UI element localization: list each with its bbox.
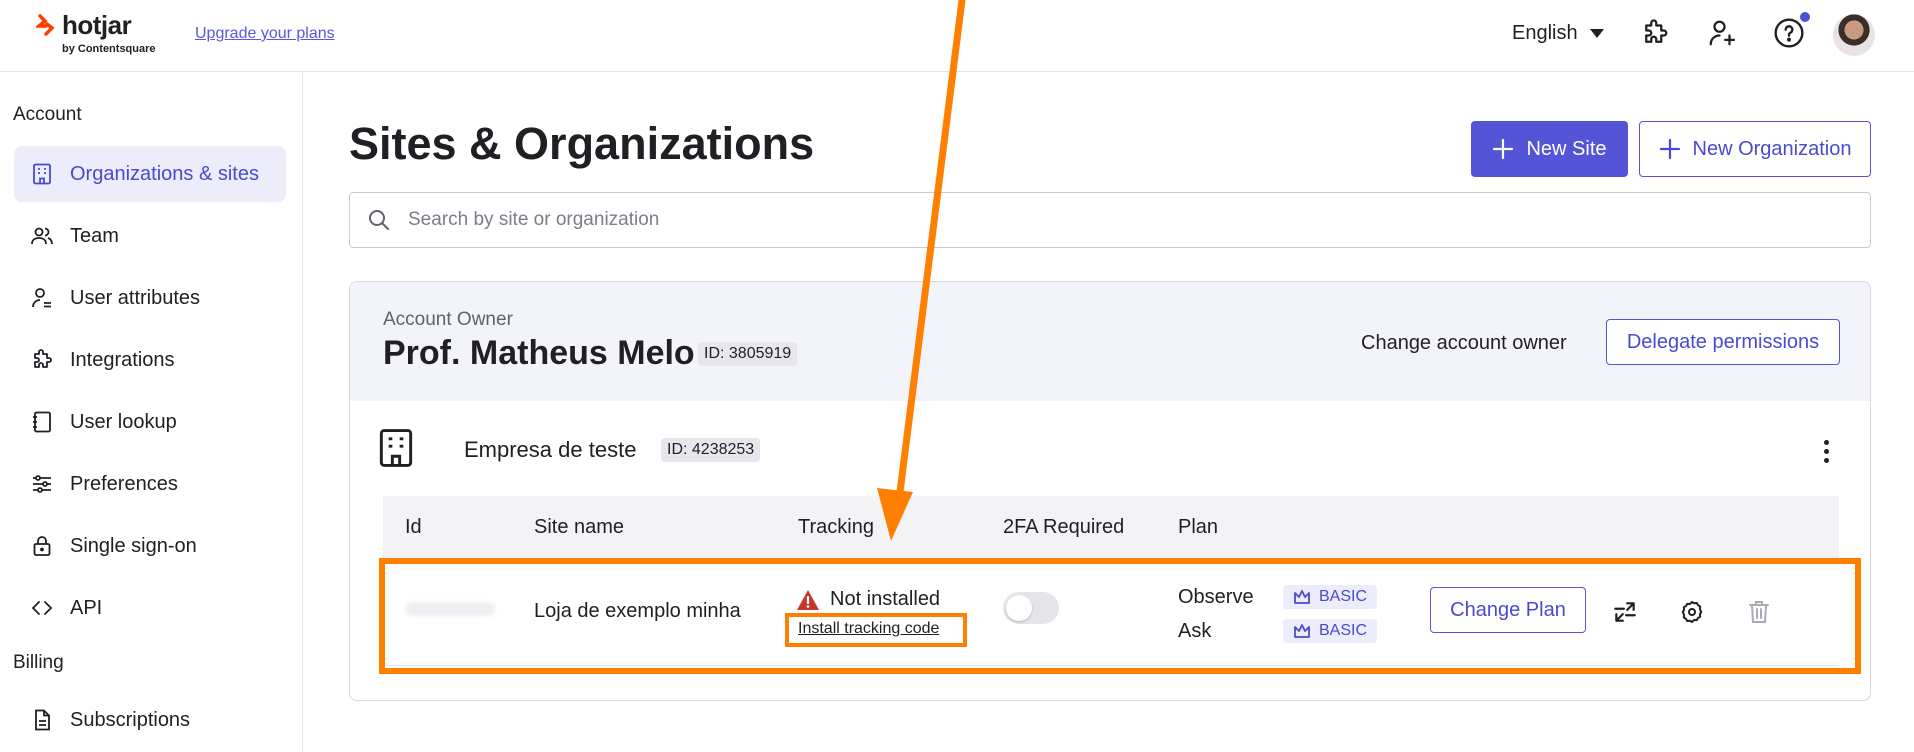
organization-name: Empresa de teste [464,437,637,462]
column-2fa: 2FA Required [1003,516,1125,538]
team-icon [14,224,70,248]
building-icon [14,162,70,186]
organization-id-badge: ID: 4238253 [661,438,761,462]
delegate-permissions-button[interactable]: Delegate permissions [1606,319,1840,365]
hotjar-flame-icon [36,13,55,36]
section-billing: Billing [13,652,64,673]
sidebar-item-label: Preferences [70,472,178,495]
sidebar-item-label: Single sign-on [70,534,197,557]
document-icon [14,708,70,732]
account-owner-header: Account Owner Prof. Matheus Melo ID: 380… [350,282,1870,401]
column-tracking: Tracking [798,516,874,538]
sidebar-item-label: User attributes [70,286,201,309]
sidebar-item-label: Team [70,224,119,247]
logo-word: hotjar [62,10,132,40]
new-organization-button[interactable]: New Organization [1639,121,1871,177]
owner-id-badge: ID: 3805919 [698,342,798,366]
search-input[interactable] [408,209,1808,231]
sidebar-item-api[interactable]: API [14,580,286,636]
upgrade-plans-link[interactable]: Upgrade your plans [195,25,335,43]
new-organization-label: New Organization [1692,137,1852,160]
table-header: Id Site name Tracking 2FA Required Plan [383,496,1839,558]
section-account: Account [13,104,82,125]
more-options-icon[interactable] [1814,436,1838,466]
new-site-label: New Site [1526,137,1607,160]
notebook-icon [14,410,70,434]
sidebar-item-team[interactable]: Team [14,208,286,264]
puzzle-icon [14,348,70,372]
code-icon [14,596,70,620]
owner-label: Account Owner [383,309,513,330]
plus-icon [1493,138,1514,160]
column-id: Id [405,516,422,538]
annotation-highlight-install-link [785,613,967,647]
sidebar-item-subscriptions[interactable]: Subscriptions [14,692,286,748]
sidebar-item-single-sign-on[interactable]: Single sign-on [14,518,286,574]
sidebar-item-user-attributes[interactable]: User attributes [14,270,286,326]
page-title: Sites & Organizations [349,118,815,169]
building-icon [374,424,418,477]
logo-subtitle: by Contentsquare [62,43,156,55]
user-attributes-icon [14,286,70,310]
change-account-owner-link[interactable]: Change account owner [1361,332,1567,355]
hotjar-logo[interactable]: hotjar by Contentsquare [36,10,156,55]
chevron-down-icon [1589,29,1604,38]
sidebar-item-label: User lookup [70,410,177,433]
sidebar-item-user-lookup[interactable]: User lookup [14,394,286,450]
sidebar-item-label: Integrations [70,348,175,371]
plus-icon [1659,138,1680,160]
owner-name: Prof. Matheus Melo [383,334,695,372]
delegate-permissions-label: Delegate permissions [1626,330,1820,353]
sidebar-item-preferences[interactable]: Preferences [14,456,286,512]
user-plus-icon[interactable] [1705,16,1739,50]
column-plan: Plan [1178,516,1219,538]
annotation-highlight-row [379,558,1861,674]
language-label: English [1512,22,1578,44]
sidebar-item-label: Organizations & sites [70,162,259,185]
sidebar-item-label: Subscriptions [70,708,191,731]
column-site-name: Site name [534,516,625,538]
search-bar [349,192,1871,248]
search-icon [350,208,408,232]
sidebar: Account Organizations & sites Team User … [0,72,303,752]
sliders-icon [14,472,70,496]
sidebar-item-organizations[interactable]: Organizations & sites [14,146,286,202]
new-site-button[interactable]: New Site [1471,121,1628,177]
notification-dot [1798,10,1812,24]
lock-icon [14,534,70,558]
puzzle-icon[interactable] [1638,16,1672,50]
sidebar-item-label: API [70,596,103,619]
sidebar-item-integrations[interactable]: Integrations [14,332,286,388]
language-selector[interactable]: English [1512,22,1604,45]
top-bar: hotjar by Contentsquare Upgrade your pla… [0,0,1914,72]
avatar[interactable] [1833,14,1875,56]
